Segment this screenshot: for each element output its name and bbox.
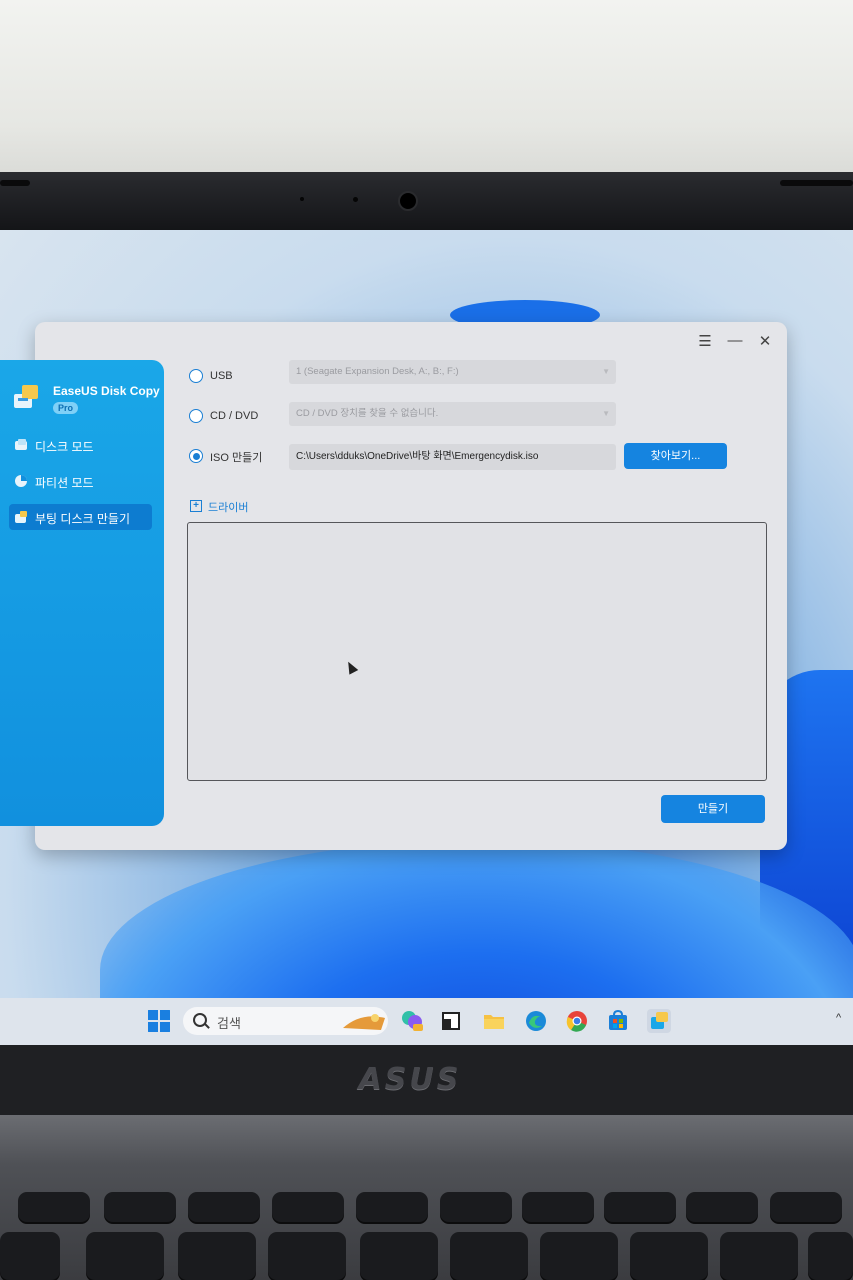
keyboard-key [522,1192,594,1222]
create-button[interactable]: 만들기 [661,795,765,823]
keyboard-key [104,1192,176,1222]
screen: ☰ — ✕ USB 1 (Seagate Expansion Desk, A:,… [0,230,853,1045]
driver-label[interactable]: 드라이버 [208,499,248,515]
cd-dvd-device-select[interactable]: CD / DVD 장치를 찾을 수 없습니다. ▼ [289,402,616,426]
chevron-up-icon[interactable]: ^ [836,1012,841,1024]
usb-radio[interactable] [189,369,203,383]
easeus-taskbar-icon[interactable] [647,1009,671,1033]
cd-dvd-device-value: CD / DVD 장치를 찾을 수 없습니다. [296,408,439,419]
iso-path-field[interactable]: C:\Users\dduks\OneDrive\바탕 화면\Emergencyd… [289,444,616,470]
search-highlight-icon [343,1014,385,1030]
iso-radio[interactable] [189,449,203,463]
taskbar-search[interactable]: 검색 [183,1007,388,1035]
sidebar: EaseUS Disk Copy Pro 디스크 모드 파티션 모드 부팅 디스… [0,360,164,826]
usb-device-select[interactable]: 1 (Seagate Expansion Desk, A:, B:, F:) ▼ [289,360,616,384]
keyboard-key [360,1232,438,1280]
keyboard-key [86,1232,164,1280]
keyboard-key [178,1232,256,1280]
keyboard-key [720,1232,798,1280]
keyboard-key [356,1192,428,1222]
sensor-dot [353,197,358,202]
chevron-down-icon: ▼ [602,409,610,418]
edge-browser-icon[interactable] [524,1009,548,1033]
bezel-slot-left [0,180,30,186]
disk-icon [15,439,27,450]
minimize-button[interactable]: — [724,332,746,349]
boot-disk-icon [15,511,27,523]
keyboard-key [540,1232,618,1280]
search-label: 검색 [217,1016,241,1031]
bezel-slot-right [780,180,853,186]
file-explorer-icon[interactable] [482,1009,506,1033]
sidebar-item-label: 디스크 모드 [35,440,94,454]
task-view-icon[interactable] [440,1009,464,1033]
close-button[interactable]: ✕ [754,332,776,350]
taskbar: 검색 ^ [0,998,853,1045]
app-name: EaseUS Disk Copy [53,384,160,398]
keyboard-key [0,1232,60,1280]
easeus-logo-icon [14,385,38,408]
keyboard-key [630,1232,708,1280]
keyboard-key [18,1192,90,1222]
keyboard-key [272,1192,344,1222]
microsoft-store-icon[interactable] [606,1009,630,1033]
sidebar-item-boot-disk[interactable]: 부팅 디스크 만들기 [9,504,152,530]
app-window: ☰ — ✕ USB 1 (Seagate Expansion Desk, A:,… [0,322,787,850]
keyboard-key [604,1192,676,1222]
webcam [398,191,418,211]
cd-dvd-label: CD / DVD [210,410,259,422]
keyboard-key [188,1192,260,1222]
keyboard-key [686,1192,758,1222]
usb-device-value: 1 (Seagate Expansion Desk, A:, B:, F:) [296,366,459,377]
keyboard-key [440,1192,512,1222]
asus-logo: ASUS [358,1062,462,1097]
sidebar-item-partition-mode[interactable]: 파티션 모드 [9,468,152,494]
usb-label: USB [210,370,233,382]
bezel-top [0,172,853,230]
iso-label: ISO 만들기 [210,452,263,464]
driver-list-panel[interactable] [187,522,767,781]
sidebar-item-disk-mode[interactable]: 디스크 모드 [9,432,152,458]
keyboard-key [268,1232,346,1280]
copilot-icon[interactable] [400,1009,424,1033]
windows-start-icon[interactable] [147,1009,171,1033]
menu-icon[interactable]: ☰ [694,332,716,350]
sensor-dot [300,197,304,201]
pro-badge: Pro [53,402,79,414]
keyboard-key [450,1232,528,1280]
chevron-down-icon: ▼ [602,367,610,376]
browse-button[interactable]: 찾아보기... [624,443,727,469]
search-icon [193,1013,207,1027]
partition-pie-icon [15,475,27,487]
driver-expand-icon[interactable]: + [190,500,202,512]
sidebar-item-label: 부팅 디스크 만들기 [35,512,130,526]
chrome-browser-icon[interactable] [565,1009,589,1033]
cd-dvd-radio[interactable] [189,409,203,423]
keyboard-key [770,1192,842,1222]
sidebar-item-label: 파티션 모드 [35,476,94,490]
background-room [0,0,853,180]
keyboard-key [808,1232,853,1280]
